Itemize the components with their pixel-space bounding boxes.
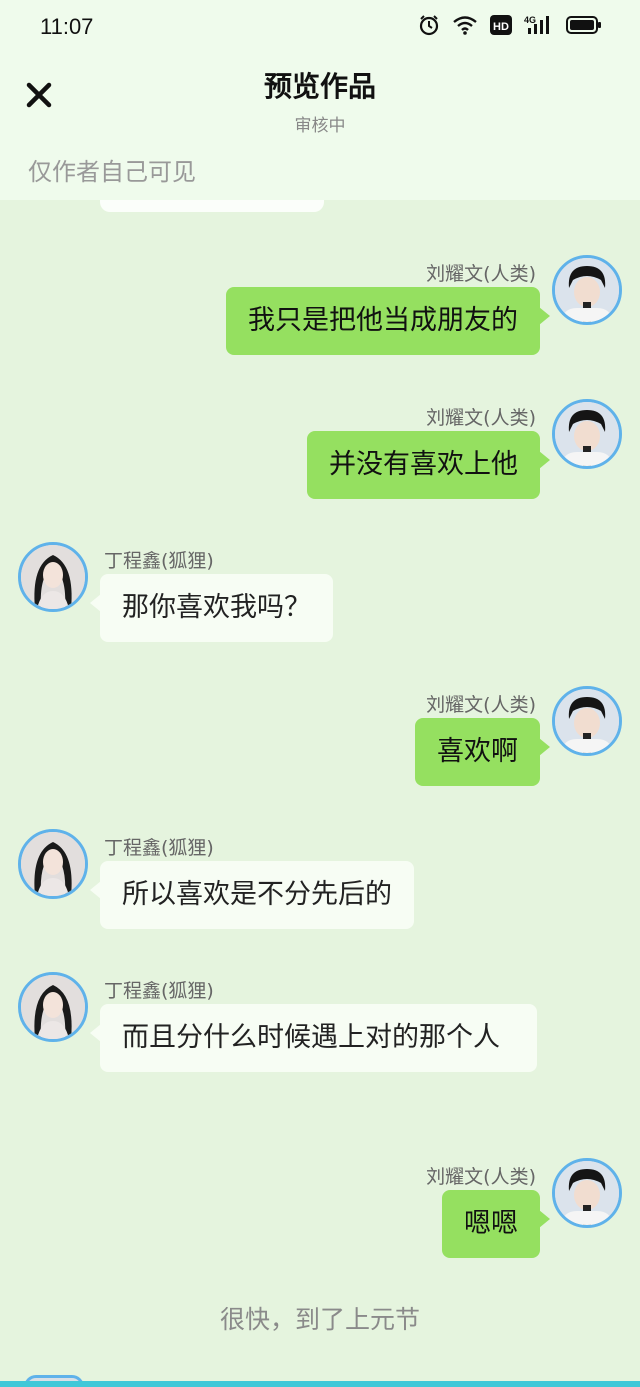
message-row: 丁程鑫(狐狸) 那你喜欢我吗？	[0, 542, 640, 652]
message-bubble[interactable]: 而且分什么时候遇上对的那个人	[90, 1004, 537, 1072]
top-header: 11:07 HD 4G 预览作品 审核中 仅作者自己可见	[0, 0, 640, 200]
network-label: 4G	[524, 15, 536, 25]
status-icons: HD 4G	[418, 14, 602, 36]
message-bubble[interactable]: 所以喜欢是不分先后的	[90, 861, 414, 929]
message-row: 刘耀文(人类) 并没有喜欢上他	[0, 399, 640, 509]
avatar[interactable]	[18, 542, 88, 612]
avatar[interactable]	[552, 399, 622, 469]
message-row: 丁程鑫(狐狸) 而且分什么时候遇上对的那个人	[0, 972, 640, 1122]
battery-icon	[566, 15, 602, 35]
sender-name: 刘耀文(人类)	[426, 263, 536, 285]
bottom-accent-strip	[0, 1381, 640, 1387]
sender-name: 刘耀文(人类)	[426, 1166, 536, 1188]
hd-label: HD	[493, 21, 509, 33]
wifi-icon	[452, 14, 478, 36]
message-row: 丁程鑫(狐狸) 所以喜欢是不分先后的	[0, 829, 640, 939]
message-row: 刘耀文(人类) 我只是把他当成朋友的	[0, 255, 640, 365]
avatar[interactable]	[552, 686, 622, 756]
message-row: 刘耀文(人类) 嗯嗯	[0, 1158, 640, 1268]
avatar[interactable]	[18, 972, 88, 1042]
avatar[interactable]	[552, 255, 622, 325]
review-status: 审核中	[294, 116, 346, 136]
message-bubble[interactable]: 并没有喜欢上他	[307, 431, 550, 499]
status-time: 11:07	[40, 14, 94, 39]
sender-name: 刘耀文(人类)	[426, 407, 536, 429]
message-bubble[interactable]: 嗯嗯	[442, 1190, 550, 1258]
title-block: 预览作品 审核中	[0, 65, 640, 136]
page-title: 预览作品	[263, 70, 376, 103]
sender-name: 刘耀文(人类)	[426, 694, 536, 716]
message-bubble[interactable]: 那你喜欢我吗？	[90, 574, 333, 642]
4g-signal-icon: 4G	[524, 14, 554, 36]
sender-name: 丁程鑫(狐狸)	[104, 837, 214, 859]
sender-name: 丁程鑫(狐狸)	[104, 550, 214, 572]
visibility-note: 仅作者自己可见	[28, 158, 196, 186]
narration-text: 很快，到了上元节	[219, 1305, 420, 1334]
status-bar: 11:07 HD 4G	[0, 0, 640, 56]
sender-name: 丁程鑫(狐狸)	[104, 980, 214, 1002]
hd-icon: HD	[490, 15, 512, 35]
message-bubble[interactable]: 我只是把他当成朋友的	[226, 287, 550, 355]
chat-area[interactable]: 刘耀文(人类) 我只是把他当成朋友的 刘耀文(人类) 并没有喜欢上他 丁程鑫(狐…	[0, 200, 640, 1387]
alarm-icon	[418, 14, 440, 36]
avatar[interactable]	[18, 829, 88, 899]
avatar[interactable]	[552, 1158, 622, 1228]
message-row: 刘耀文(人类) 喜欢啊	[0, 686, 640, 796]
previous-bubble-fragment	[100, 200, 324, 212]
message-bubble[interactable]: 喜欢啊	[415, 718, 550, 786]
